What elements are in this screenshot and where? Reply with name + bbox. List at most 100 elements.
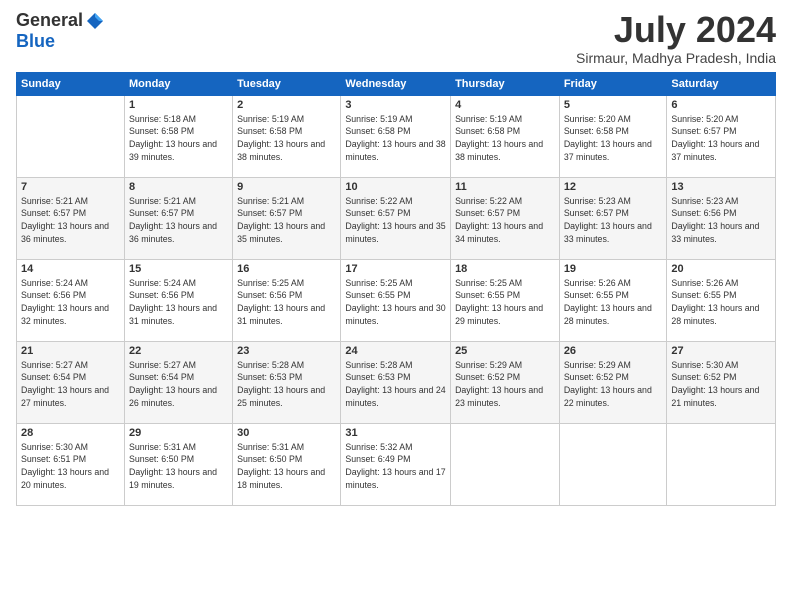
day-info: Sunrise: 5:21 AM Sunset: 6:57 PM Dayligh… bbox=[129, 195, 228, 246]
day-number: 22 bbox=[129, 345, 228, 357]
day-number: 23 bbox=[237, 345, 336, 357]
table-row: 3 Sunrise: 5:19 AM Sunset: 6:58 PM Daylig… bbox=[341, 95, 451, 177]
table-row: 8 Sunrise: 5:21 AM Sunset: 6:57 PM Daylig… bbox=[124, 177, 232, 259]
day-info: Sunrise: 5:26 AM Sunset: 6:55 PM Dayligh… bbox=[564, 277, 663, 328]
page-header: General Blue July 2024 Sirmaur, Madhya P… bbox=[16, 10, 776, 66]
table-row: 2 Sunrise: 5:19 AM Sunset: 6:58 PM Daylig… bbox=[233, 95, 341, 177]
col-monday: Monday bbox=[124, 72, 232, 95]
day-number: 11 bbox=[455, 181, 555, 193]
day-info: Sunrise: 5:30 AM Sunset: 6:51 PM Dayligh… bbox=[21, 441, 120, 492]
table-row: 26 Sunrise: 5:29 AM Sunset: 6:52 PM Dayli… bbox=[559, 341, 667, 423]
table-row: 18Sunrise: 5:25 AM Sunset: 6:55 PM Dayli… bbox=[451, 259, 560, 341]
day-number: 1 bbox=[129, 99, 228, 111]
table-row: 23 Sunrise: 5:28 AM Sunset: 6:53 PM Dayli… bbox=[233, 341, 341, 423]
day-info: Sunrise: 5:32 AM Sunset: 6:49 PM Dayligh… bbox=[345, 441, 446, 492]
day-number: 17 bbox=[345, 263, 446, 275]
table-row: 30Sunrise: 5:31 AM Sunset: 6:50 PM Dayli… bbox=[233, 423, 341, 505]
day-number: 15 bbox=[129, 263, 228, 275]
table-row: 19 Sunrise: 5:26 AM Sunset: 6:55 PM Dayli… bbox=[559, 259, 667, 341]
table-row: 25 Sunrise: 5:29 AM Sunset: 6:52 PM Dayli… bbox=[451, 341, 560, 423]
table-row: 7 Sunrise: 5:21 AM Sunset: 6:57 PM Daylig… bbox=[17, 177, 125, 259]
week-row-2: 7 Sunrise: 5:21 AM Sunset: 6:57 PM Daylig… bbox=[17, 177, 776, 259]
month-title: July 2024 bbox=[576, 10, 776, 50]
day-number: 12 bbox=[564, 181, 663, 193]
day-info: Sunrise: 5:25 AM Sunset: 6:55 PM Dayligh… bbox=[345, 277, 446, 328]
day-info: Sunrise: 5:19 AM Sunset: 6:58 PM Dayligh… bbox=[455, 113, 555, 164]
day-number: 25 bbox=[455, 345, 555, 357]
day-info: Sunrise: 5:29 AM Sunset: 6:52 PM Dayligh… bbox=[564, 359, 663, 410]
week-row-3: 14 Sunrise: 5:24 AM Sunset: 6:56 PM Dayli… bbox=[17, 259, 776, 341]
table-row bbox=[559, 423, 667, 505]
day-info: Sunrise: 5:22 AM Sunset: 6:57 PM Dayligh… bbox=[345, 195, 446, 246]
week-row-4: 21 Sunrise: 5:27 AM Sunset: 6:54 PM Dayli… bbox=[17, 341, 776, 423]
day-info: Sunrise: 5:29 AM Sunset: 6:52 PM Dayligh… bbox=[455, 359, 555, 410]
header-row: Sunday Monday Tuesday Wednesday Thursday… bbox=[17, 72, 776, 95]
table-row: 31 Sunrise: 5:32 AM Sunset: 6:49 PM Dayli… bbox=[341, 423, 451, 505]
day-number: 10 bbox=[345, 181, 446, 193]
day-info: Sunrise: 5:21 AM Sunset: 6:57 PM Dayligh… bbox=[21, 195, 120, 246]
table-row: 29Sunrise: 5:31 AM Sunset: 6:50 PM Dayli… bbox=[124, 423, 232, 505]
day-info: Sunrise: 5:24 AM Sunset: 6:56 PM Dayligh… bbox=[129, 277, 228, 328]
day-info: Sunrise: 5:18 AM Sunset: 6:58 PM Dayligh… bbox=[129, 113, 228, 164]
table-row: 11 Sunrise: 5:22 AM Sunset: 6:57 PM Dayli… bbox=[451, 177, 560, 259]
day-number: 14 bbox=[21, 263, 120, 275]
day-info: Sunrise: 5:27 AM Sunset: 6:54 PM Dayligh… bbox=[129, 359, 228, 410]
calendar-table: Sunday Monday Tuesday Wednesday Thursday… bbox=[16, 72, 776, 506]
table-row: 4 Sunrise: 5:19 AM Sunset: 6:58 PM Daylig… bbox=[451, 95, 560, 177]
table-row: 6Sunrise: 5:20 AM Sunset: 6:57 PM Daylig… bbox=[667, 95, 776, 177]
logo-icon bbox=[85, 11, 105, 31]
location: Sirmaur, Madhya Pradesh, India bbox=[576, 50, 776, 66]
table-row: 9 Sunrise: 5:21 AM Sunset: 6:57 PM Daylig… bbox=[233, 177, 341, 259]
day-info: Sunrise: 5:28 AM Sunset: 6:53 PM Dayligh… bbox=[237, 359, 336, 410]
day-info: Sunrise: 5:20 AM Sunset: 6:58 PM Dayligh… bbox=[564, 113, 663, 164]
day-number: 8 bbox=[129, 181, 228, 193]
calendar-page: General Blue July 2024 Sirmaur, Madhya P… bbox=[0, 0, 792, 612]
col-sunday: Sunday bbox=[17, 72, 125, 95]
table-row bbox=[667, 423, 776, 505]
day-number: 5 bbox=[564, 99, 663, 111]
day-number: 27 bbox=[671, 345, 771, 357]
day-number: 26 bbox=[564, 345, 663, 357]
table-row bbox=[451, 423, 560, 505]
table-row bbox=[17, 95, 125, 177]
day-number: 4 bbox=[455, 99, 555, 111]
table-row: 10 Sunrise: 5:22 AM Sunset: 6:57 PM Dayli… bbox=[341, 177, 451, 259]
day-number: 16 bbox=[237, 263, 336, 275]
table-row: 13 Sunrise: 5:23 AM Sunset: 6:56 PM Dayli… bbox=[667, 177, 776, 259]
week-row-1: 1 Sunrise: 5:18 AM Sunset: 6:58 PM Daylig… bbox=[17, 95, 776, 177]
col-thursday: Thursday bbox=[451, 72, 560, 95]
day-number: 2 bbox=[237, 99, 336, 111]
day-number: 24 bbox=[345, 345, 446, 357]
logo: General Blue bbox=[16, 10, 105, 52]
day-number: 31 bbox=[345, 427, 446, 439]
day-info: Sunrise: 5:19 AM Sunset: 6:58 PM Dayligh… bbox=[237, 113, 336, 164]
day-info: Sunrise: 5:26 AM Sunset: 6:55 PM Dayligh… bbox=[671, 277, 771, 328]
day-info: Sunrise: 5:19 AM Sunset: 6:58 PM Dayligh… bbox=[345, 113, 446, 164]
day-info: Sunrise: 5:22 AM Sunset: 6:57 PM Dayligh… bbox=[455, 195, 555, 246]
table-row: 1 Sunrise: 5:18 AM Sunset: 6:58 PM Daylig… bbox=[124, 95, 232, 177]
day-info: Sunrise: 5:23 AM Sunset: 6:56 PM Dayligh… bbox=[671, 195, 771, 246]
day-number: 13 bbox=[671, 181, 771, 193]
day-info: Sunrise: 5:20 AM Sunset: 6:57 PM Dayligh… bbox=[671, 113, 771, 164]
day-number: 19 bbox=[564, 263, 663, 275]
day-number: 20 bbox=[671, 263, 771, 275]
table-row: 21 Sunrise: 5:27 AM Sunset: 6:54 PM Dayli… bbox=[17, 341, 125, 423]
table-row: 15 Sunrise: 5:24 AM Sunset: 6:56 PM Dayli… bbox=[124, 259, 232, 341]
day-number: 7 bbox=[21, 181, 120, 193]
table-row: 28Sunrise: 5:30 AM Sunset: 6:51 PM Dayli… bbox=[17, 423, 125, 505]
day-number: 29 bbox=[129, 427, 228, 439]
day-info: Sunrise: 5:27 AM Sunset: 6:54 PM Dayligh… bbox=[21, 359, 120, 410]
logo-blue: Blue bbox=[16, 31, 55, 51]
col-friday: Friday bbox=[559, 72, 667, 95]
table-row: 22 Sunrise: 5:27 AM Sunset: 6:54 PM Dayli… bbox=[124, 341, 232, 423]
table-row: 14Sunrise: 5:24 AM Sunset: 6:56 PM Dayli… bbox=[17, 259, 125, 341]
col-tuesday: Tuesday bbox=[233, 72, 341, 95]
day-info: Sunrise: 5:21 AM Sunset: 6:57 PM Dayligh… bbox=[237, 195, 336, 246]
day-number: 21 bbox=[21, 345, 120, 357]
day-number: 3 bbox=[345, 99, 446, 111]
day-number: 9 bbox=[237, 181, 336, 193]
day-info: Sunrise: 5:25 AM Sunset: 6:56 PM Dayligh… bbox=[237, 277, 336, 328]
day-info: Sunrise: 5:28 AM Sunset: 6:53 PM Dayligh… bbox=[345, 359, 446, 410]
table-row: 5 Sunrise: 5:20 AM Sunset: 6:58 PM Daylig… bbox=[559, 95, 667, 177]
day-info: Sunrise: 5:25 AM Sunset: 6:55 PM Dayligh… bbox=[455, 277, 555, 328]
